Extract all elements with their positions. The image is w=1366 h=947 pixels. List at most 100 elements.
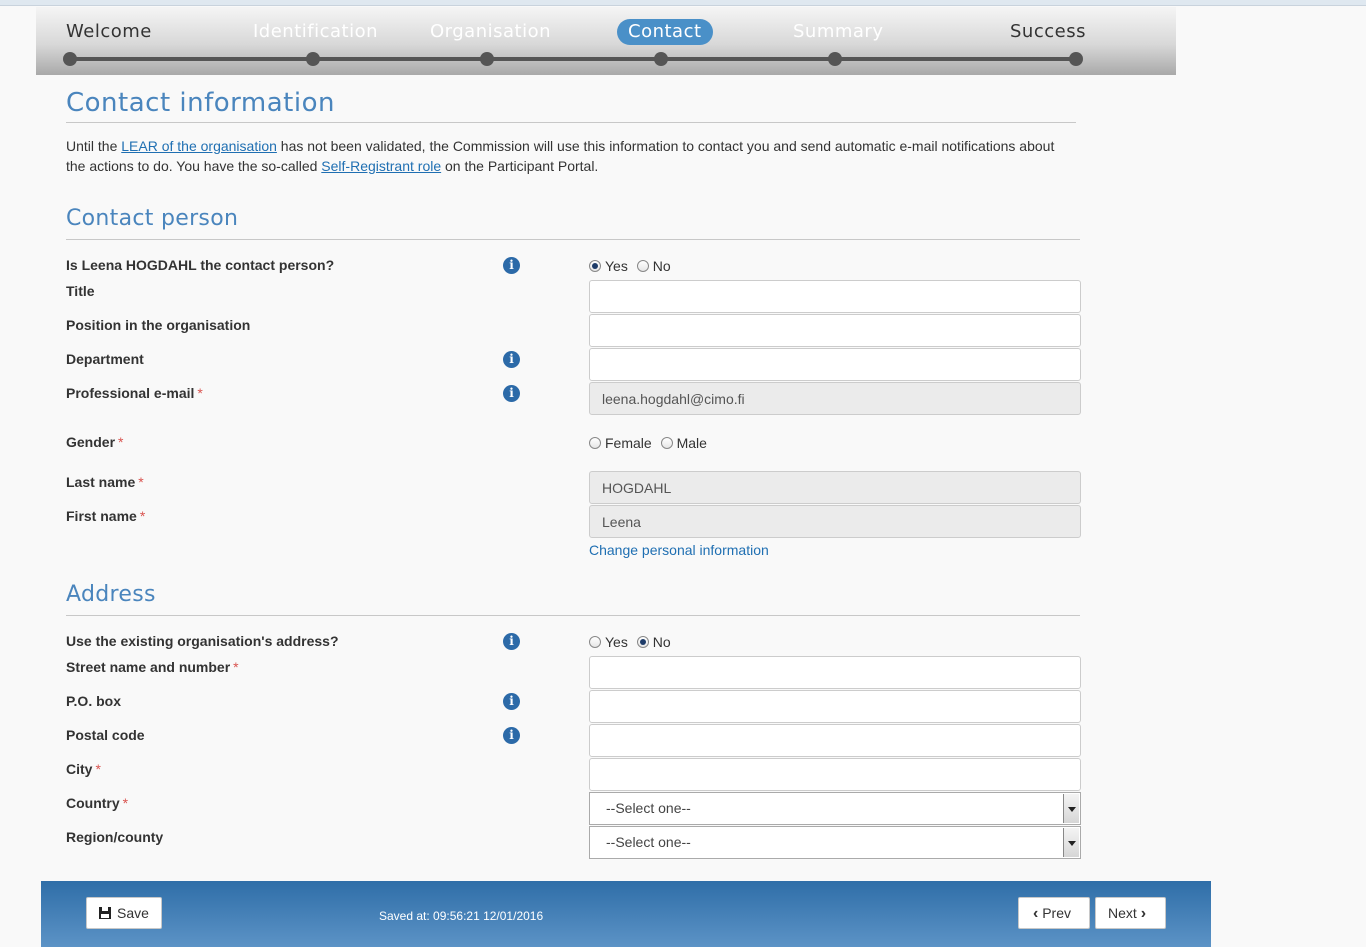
change-personal-info-link[interactable]: Change personal information <box>589 542 769 558</box>
email-info-icon[interactable]: i <box>503 385 520 402</box>
page-title: Contact information <box>66 88 1076 123</box>
wizard-step-summary[interactable]: Summary <box>793 19 884 45</box>
country-selected-value: --Select one-- <box>606 800 691 816</box>
self-registrant-role-link[interactable]: Self-Registrant role <box>321 158 441 174</box>
required-mark: * <box>139 508 146 524</box>
gender-label-text: Gender <box>66 434 116 450</box>
is-contact-no-radio[interactable] <box>636 260 649 272</box>
chevron-left-icon: ‹ <box>1033 905 1039 922</box>
street-label: Street name and number * <box>66 659 239 675</box>
chevron-right-icon: › <box>1140 905 1147 922</box>
region-selected-value: --Select one-- <box>606 834 691 850</box>
is-contact-radio-group: Yes No <box>589 258 676 274</box>
lear-link[interactable]: LEAR of the organisation <box>121 138 277 154</box>
use-existing-no-radio[interactable] <box>636 636 649 648</box>
required-mark: * <box>233 659 239 675</box>
prev-button-label: Prev <box>1042 905 1072 921</box>
wizard-dot-summary <box>828 52 842 66</box>
prev-button[interactable]: ‹ Prev <box>1018 897 1090 929</box>
required-mark: * <box>122 795 129 811</box>
female-label: Female <box>605 435 652 451</box>
firstname-label-text: First name <box>66 508 137 524</box>
use-existing-yes-radio[interactable] <box>589 636 601 648</box>
saved-status: Saved at: 09:56:21 12/01/2016 <box>379 909 544 923</box>
no-label: No <box>652 634 671 650</box>
intro-text-part: Until the <box>66 138 122 154</box>
required-mark: * <box>138 474 144 490</box>
required-mark: * <box>95 761 101 777</box>
use-existing-address-radio-group: Yes No <box>589 634 676 650</box>
city-label: City * <box>66 761 101 777</box>
city-label-text: City <box>66 761 93 777</box>
wizard-dot-success <box>1069 52 1083 66</box>
wizard-track <box>70 57 1076 61</box>
firstname-field[interactable] <box>589 505 1081 538</box>
use-existing-address-label: Use the existing organisation's address? <box>66 633 339 649</box>
gender-label: Gender * <box>66 434 123 450</box>
address-heading: Address <box>66 582 1080 616</box>
save-button[interactable]: Save <box>86 897 162 929</box>
chevron-down-icon[interactable] <box>1063 794 1079 823</box>
male-label: Male <box>676 435 707 451</box>
footer-bar: Save Saved at: 09:56:21 12/01/2016 ‹ Pre… <box>41 881 1211 947</box>
is-contact-label: Is Leena HOGDAHL the contact person? <box>66 257 335 273</box>
intro-text: Until the LEAR of the organisation has n… <box>66 136 1066 176</box>
country-label-text: Country <box>66 795 120 811</box>
wizard-step-organisation[interactable]: Organisation <box>430 19 551 45</box>
lastname-label-text: Last name <box>66 474 136 490</box>
postal-code-label: Postal code <box>66 727 145 743</box>
next-button-label: Next <box>1108 905 1137 921</box>
wizard-step-contact[interactable]: Contact <box>617 19 713 45</box>
wizard-dot-identification <box>306 52 320 66</box>
email-label-text: Professional e-mail <box>66 385 195 401</box>
region-label: Region/county <box>66 829 164 845</box>
department-field[interactable] <box>589 348 1081 381</box>
wizard-step-welcome[interactable]: Welcome <box>66 19 152 45</box>
title-label: Title <box>66 283 95 299</box>
gender-female-radio[interactable] <box>589 437 601 449</box>
country-select[interactable]: --Select one-- <box>589 792 1081 825</box>
yes-label: Yes <box>605 634 628 650</box>
floppy-disk-icon <box>99 907 111 919</box>
next-button[interactable]: Next › <box>1095 897 1166 929</box>
firstname-label: First name * <box>66 508 145 524</box>
wizard-progress: Welcome Identification Organisation Cont… <box>36 7 1176 75</box>
postal-code-info-icon[interactable]: i <box>503 727 520 744</box>
wizard-dot-organisation <box>480 52 494 66</box>
position-field[interactable] <box>589 314 1081 347</box>
save-button-label: Save <box>117 905 149 921</box>
no-label: No <box>652 258 671 274</box>
is-contact-yes-radio[interactable] <box>589 260 601 272</box>
wizard-step-success[interactable]: Success <box>1010 19 1086 45</box>
intro-text-part: on the Participant Portal. <box>441 158 599 174</box>
pobox-info-icon[interactable]: i <box>503 693 520 710</box>
yes-label: Yes <box>605 258 628 274</box>
postal-code-field[interactable] <box>589 724 1081 757</box>
use-existing-address-info-icon[interactable]: i <box>503 633 520 650</box>
position-label: Position in the organisation <box>66 317 251 333</box>
lastname-field[interactable] <box>589 471 1081 504</box>
wizard-step-identification[interactable]: Identification <box>253 19 378 45</box>
contact-person-heading: Contact person <box>66 206 1080 240</box>
country-label: Country * <box>66 795 128 811</box>
pobox-field[interactable] <box>589 690 1081 723</box>
pobox-label: P.O. box <box>66 693 121 709</box>
lastname-label: Last name * <box>66 474 144 490</box>
street-label-text: Street name and number <box>66 659 231 675</box>
required-mark: * <box>197 385 203 401</box>
region-select[interactable]: --Select one-- <box>589 826 1081 859</box>
is-contact-info-icon[interactable]: i <box>503 257 520 274</box>
gender-radio-group: Female Male <box>589 435 712 451</box>
department-info-icon[interactable]: i <box>503 351 520 368</box>
gender-male-radio[interactable] <box>660 437 673 449</box>
email-field[interactable] <box>589 382 1081 415</box>
chevron-down-icon[interactable] <box>1063 828 1079 857</box>
wizard-dot-contact <box>654 52 668 66</box>
title-field[interactable] <box>589 280 1081 313</box>
wizard-dot-welcome <box>63 52 77 66</box>
required-mark: * <box>118 434 124 450</box>
browser-top-edge <box>0 0 1366 6</box>
department-label: Department <box>66 351 144 367</box>
city-field[interactable] <box>589 758 1081 791</box>
street-field[interactable] <box>589 656 1081 689</box>
